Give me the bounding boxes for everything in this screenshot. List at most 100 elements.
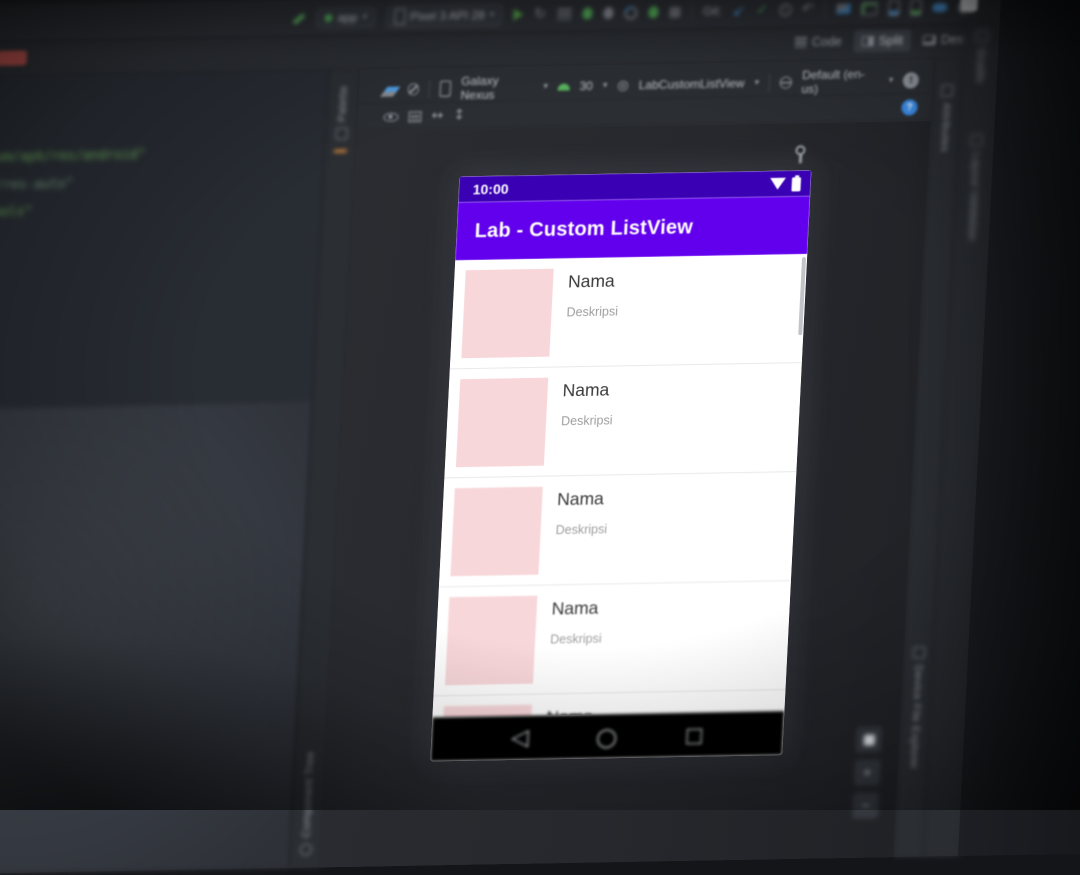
tab-code-label: Code <box>811 34 843 50</box>
stop-icon[interactable] <box>668 6 681 18</box>
editor-marker <box>333 149 347 153</box>
code-line: roid.com/apk/res/android" <box>0 147 146 166</box>
split-view-icon <box>861 36 874 47</box>
status-time: 10:00 <box>472 180 510 198</box>
zoom-fit-icon <box>863 733 875 746</box>
apply-changes-icon[interactable]: ↻ <box>534 6 547 22</box>
device-manager-icon[interactable] <box>888 0 901 16</box>
history-icon[interactable] <box>778 3 792 16</box>
module-icon <box>324 13 333 23</box>
design-surface[interactable]: 10:00 Lab - Custom ListView Nama Deskrip… <box>320 121 931 868</box>
zoom-out-button[interactable]: − <box>851 792 880 819</box>
home-icon: ○ <box>595 721 619 751</box>
surface-zoom-controls: + − <box>851 726 883 819</box>
git-label: Git: <box>702 3 723 19</box>
profile-icon[interactable] <box>621 3 640 22</box>
restart-activity-icon[interactable] <box>647 6 659 19</box>
attributes-icon <box>941 84 954 97</box>
xml-code-editor[interactable]: ns> roid.com/apk/res/android" com/apk/re… <box>0 69 329 875</box>
design-panel: Galaxy Nexus ▾ 30 ▾ ◎ LabCustomListView … <box>320 59 934 868</box>
locale-icon <box>779 76 793 89</box>
code-line: droid.com/tools" <box>0 204 33 222</box>
horizontal-resize-icon[interactable]: ↔ <box>431 108 444 124</box>
build-hammer-icon[interactable] <box>292 12 306 25</box>
help-badge[interactable]: ? <box>901 99 918 116</box>
list-options-icon[interactable] <box>408 110 422 122</box>
render-issues-badge[interactable]: ! <box>902 72 920 89</box>
item-name: Nama <box>562 379 610 401</box>
wifi-icon <box>770 178 787 190</box>
toolbar-divider <box>768 73 771 92</box>
phone-preview[interactable]: 10:00 Lab - Custom ListView Nama Deskrip… <box>430 170 812 762</box>
editor-blur-area <box>0 402 313 875</box>
chevron-down-icon: ▾ <box>754 78 760 89</box>
component-tree-icon <box>299 843 313 856</box>
git-update-icon[interactable]: ↙ <box>732 1 745 19</box>
project-structure-icon[interactable] <box>836 3 852 14</box>
item-name: Nama <box>567 270 616 292</box>
item-image-placeholder <box>445 595 538 686</box>
target-device-label: Pixel 3 API 28 <box>409 8 486 24</box>
zoom-in-button[interactable]: + <box>853 759 881 786</box>
terminal-icon[interactable] <box>861 1 879 15</box>
vertical-resize-icon[interactable]: ↕ <box>453 107 466 123</box>
android-api-icon <box>557 83 570 91</box>
palette-label: Palette <box>336 85 351 123</box>
chevron-down-icon: ▾ <box>543 81 549 93</box>
android-studio-window: app ▾ Pixel 3 API 28 ▾ ↻ Git: ↙ ✓ ↶ Code… <box>0 0 1080 875</box>
device-file-explorer-icon <box>912 646 926 659</box>
item-description: Deskripsi <box>560 413 613 429</box>
chevron-down-icon: ▾ <box>888 75 894 86</box>
toolwindow-palette[interactable]: Palette <box>326 85 359 141</box>
render-settings-wrench-icon[interactable] <box>795 145 806 156</box>
back-icon: ◁ <box>510 724 530 752</box>
running-devices-icon[interactable] <box>910 0 923 16</box>
layout-validation-icon <box>970 134 984 147</box>
list-item: Nama Deskripsi <box>444 363 802 479</box>
device-icon <box>393 8 406 25</box>
attach-debugger-icon[interactable] <box>602 6 614 20</box>
theme-select[interactable]: LabCustomListView <box>638 76 745 92</box>
sdk-manager-icon[interactable] <box>932 2 948 12</box>
chevron-down-icon: ▾ <box>602 80 608 91</box>
item-description: Deskripsi <box>555 522 608 538</box>
zoom-to-fit-button[interactable] <box>855 726 883 753</box>
git-commit-icon[interactable]: ✓ <box>756 2 769 18</box>
code-view-icon <box>794 37 808 48</box>
run-icon[interactable] <box>513 8 524 21</box>
item-image-placeholder <box>450 486 543 577</box>
run-configuration-label: app <box>337 10 358 25</box>
rollback-icon[interactable]: ↶ <box>802 1 815 17</box>
item-name: Nama <box>556 488 605 510</box>
design-surface-icon[interactable] <box>382 86 401 94</box>
recents-icon: □ <box>684 722 705 747</box>
view-options-icon[interactable] <box>383 112 399 122</box>
listview[interactable]: Nama Deskripsi Nama Deskripsi Nama Deskr… <box>432 254 808 718</box>
target-device-select[interactable]: Pixel 3 API 28 ▾ <box>385 3 503 28</box>
gradle-label: Gradle <box>973 48 988 84</box>
chevron-down-icon: ▾ <box>362 12 368 23</box>
list-item: Nama Deskripsi <box>438 472 797 588</box>
preview-device-select[interactable]: Galaxy Nexus <box>460 73 534 103</box>
notifications-icon[interactable] <box>960 0 979 12</box>
toolwindow-gradle[interactable]: Gradle <box>962 30 1001 83</box>
toolbar-divider <box>428 80 431 99</box>
apply-code-changes-icon[interactable] <box>556 8 572 20</box>
item-image-placeholder <box>455 377 549 468</box>
battery-icon <box>791 176 802 191</box>
locale-select[interactable]: Default (en-us) <box>801 67 879 96</box>
tab-code[interactable]: Code <box>786 31 850 54</box>
item-name: Nama <box>551 597 599 619</box>
layout-validation-label: Layout Validation <box>965 152 983 241</box>
disable-tools-icon[interactable] <box>407 83 420 96</box>
run-configuration-select[interactable]: app ▾ <box>316 7 376 29</box>
toolbar-divider <box>690 2 693 21</box>
api-level-select[interactable]: 30 <box>579 79 593 93</box>
theme-icon: ◎ <box>617 77 630 94</box>
debug-icon[interactable] <box>581 7 593 20</box>
tab-split[interactable]: Split <box>853 29 912 53</box>
palette-icon <box>335 127 348 141</box>
device-icon <box>439 80 452 97</box>
error-badge <box>0 50 28 66</box>
chevron-down-icon: ▾ <box>489 9 495 21</box>
